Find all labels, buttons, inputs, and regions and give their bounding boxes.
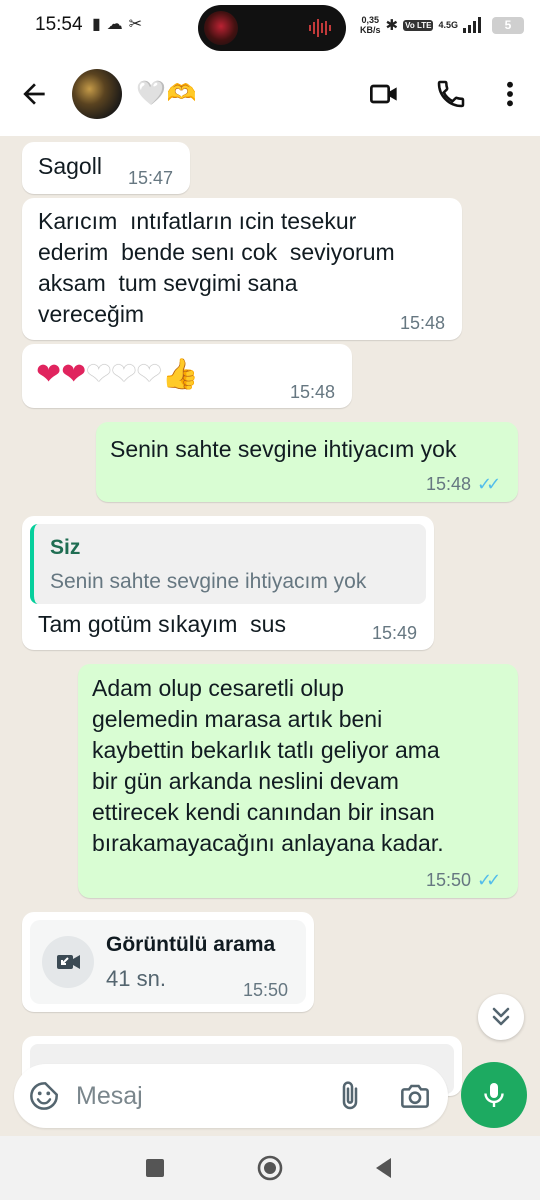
thumbs-up-icon: 👍	[161, 357, 200, 392]
missed-video-call-icon	[42, 936, 94, 988]
message-text: Karıcım ıntıfatların ıcin tesekur ederim…	[38, 208, 395, 327]
heart-on-fire-icon: ❤	[36, 357, 62, 392]
network-speed-unit: KB/s	[360, 25, 381, 35]
recents-button[interactable]	[141, 1154, 169, 1182]
message-text: Sagoll	[38, 153, 102, 179]
white-heart-icon: ❤	[111, 357, 137, 392]
call-card[interactable]: Görüntülü arama 41 sn. 15:50	[30, 920, 306, 1004]
battery-icon: 5	[491, 16, 524, 34]
contact-name[interactable]: 🤍🫶	[136, 79, 198, 108]
white-heart-icon: ❤	[136, 357, 162, 392]
heart-on-fire-icon: ❤	[61, 357, 87, 392]
status-left-icons: ▮☁✂	[92, 16, 149, 33]
message-incoming-reply[interactable]: Siz Senin sahte sevgine ihtiyacım yok Ta…	[22, 516, 434, 650]
volte-badge: Vo LTE	[403, 19, 434, 31]
emoji-row: ❤❤❤❤❤👍	[36, 357, 199, 393]
message-outgoing[interactable]: Senin sahte sevgine ihtiyacım yok 15:48 ✓…	[96, 422, 518, 502]
quote-author: Siz	[50, 536, 81, 559]
double-chevron-down-icon	[492, 1007, 510, 1026]
status-right: 0,35 KB/s ✱ Vo LTE 4.5G 5	[360, 12, 524, 38]
phone-icon[interactable]	[435, 78, 467, 110]
network-speed: 0,35 KB/s	[360, 15, 381, 35]
camera-icon[interactable]	[398, 1080, 432, 1112]
message-time: 15:49	[372, 623, 418, 643]
message-time: 15:48 ✓✓	[426, 474, 501, 495]
more-vert-icon[interactable]	[494, 78, 526, 110]
microphone-icon	[484, 1083, 504, 1107]
back-button[interactable]	[370, 1154, 398, 1182]
voice-record-button[interactable]	[461, 1062, 527, 1128]
bluetooth-icon: ✱	[385, 17, 399, 34]
media-island[interactable]	[198, 5, 346, 51]
signal-icon	[462, 17, 481, 33]
video-call-icon[interactable]	[368, 78, 400, 110]
status-time: 15:54	[35, 14, 83, 35]
read-receipt-icon: ✓✓	[477, 870, 501, 890]
call-duration: 41 sn.	[106, 966, 166, 991]
message-time-value: 15:50	[426, 870, 472, 890]
network-type: 4.5G	[438, 20, 458, 30]
home-button[interactable]	[256, 1154, 284, 1182]
system-nav-bar	[0, 1136, 540, 1200]
sticker-icon[interactable]	[28, 1080, 60, 1112]
message-input[interactable]	[76, 1078, 306, 1114]
call-title: Görüntülü arama	[106, 933, 276, 956]
message-incoming[interactable]: Karıcım ıntıfatların ıcin tesekur ederim…	[22, 198, 462, 340]
quoted-message[interactable]: Siz Senin sahte sevgine ihtiyacım yok	[30, 524, 426, 604]
message-time: 15:50 ✓✓	[426, 870, 501, 891]
message-text: Tam gotüm sıkayım sus	[38, 611, 286, 637]
status-bar: 15:54 ▮☁✂ 0,35 KB/s ✱ Vo LTE 4.5G 5	[0, 0, 540, 52]
message-time-value: 15:48	[426, 474, 472, 494]
message-text: Adam olup cesaretli olup gelemedin maras…	[92, 675, 444, 856]
message-composer	[14, 1064, 448, 1128]
quote-text: Senin sahte sevgine ihtiyacım yok	[50, 570, 367, 593]
white-heart-icon: ❤	[86, 357, 112, 392]
message-outgoing[interactable]: Adam olup cesaretli olup gelemedin maras…	[78, 664, 518, 898]
message-text: Senin sahte sevgine ihtiyacım yok	[110, 436, 457, 462]
message-time: 15:47	[128, 168, 174, 188]
message-incoming[interactable]: Sagoll 15:47	[22, 142, 190, 194]
message-time: 15:48	[290, 382, 336, 402]
back-arrow-icon[interactable]	[18, 78, 50, 110]
chat-area[interactable]: Sagoll 15:47 Karıcım ıntıfatların ıcin t…	[0, 136, 540, 1136]
call-log-message[interactable]: Görüntülü arama 41 sn. 15:50	[22, 912, 314, 1012]
network-speed-value: 0,35	[361, 15, 380, 25]
scroll-to-bottom-button[interactable]	[478, 994, 524, 1040]
message-incoming[interactable]: ❤❤❤❤❤👍 15:48	[22, 344, 352, 408]
read-receipt-icon: ✓✓	[477, 474, 501, 494]
audio-wave-icon	[309, 19, 331, 37]
message-time: 15:48	[400, 313, 446, 333]
contact-avatar[interactable]	[72, 69, 122, 119]
chat-header: 🤍🫶	[0, 52, 540, 136]
message-time: 15:50	[243, 980, 289, 1000]
attach-icon[interactable]	[334, 1080, 366, 1112]
media-artwork-icon	[204, 11, 238, 45]
